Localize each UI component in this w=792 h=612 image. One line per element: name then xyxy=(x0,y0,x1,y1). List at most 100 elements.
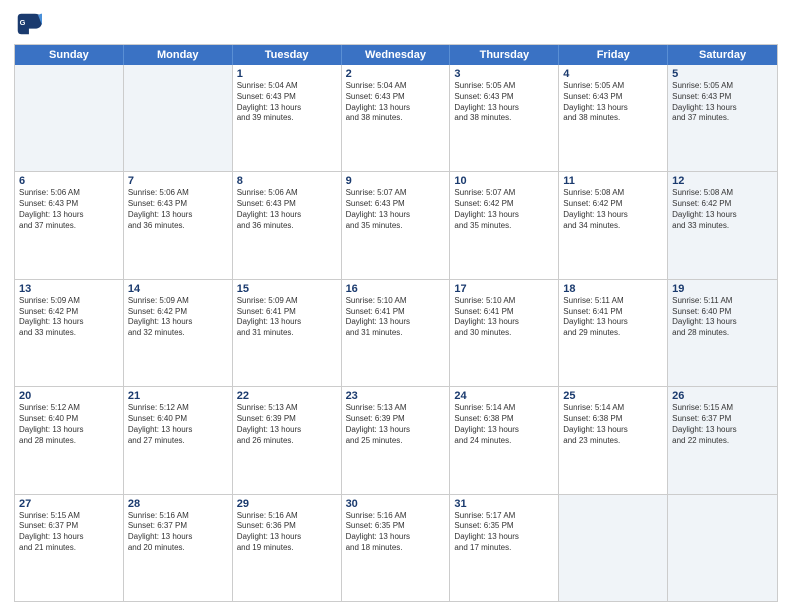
svg-text:G: G xyxy=(20,18,26,27)
day-info: Sunrise: 5:15 AM Sunset: 6:37 PM Dayligh… xyxy=(19,511,119,554)
day-number: 24 xyxy=(454,390,554,402)
calendar-cell-day-22: 22Sunrise: 5:13 AM Sunset: 6:39 PM Dayli… xyxy=(233,387,342,493)
calendar-cell-day-6: 6Sunrise: 5:06 AM Sunset: 6:43 PM Daylig… xyxy=(15,172,124,278)
day-number: 5 xyxy=(672,68,773,80)
logo-icon: G xyxy=(14,10,42,38)
day-info: Sunrise: 5:07 AM Sunset: 6:43 PM Dayligh… xyxy=(346,188,446,231)
calendar-cell-day-9: 9Sunrise: 5:07 AM Sunset: 6:43 PM Daylig… xyxy=(342,172,451,278)
calendar-cell-day-20: 20Sunrise: 5:12 AM Sunset: 6:40 PM Dayli… xyxy=(15,387,124,493)
calendar-row-2: 13Sunrise: 5:09 AM Sunset: 6:42 PM Dayli… xyxy=(15,280,777,387)
calendar-cell-day-23: 23Sunrise: 5:13 AM Sunset: 6:39 PM Dayli… xyxy=(342,387,451,493)
day-number: 10 xyxy=(454,175,554,187)
day-number: 6 xyxy=(19,175,119,187)
calendar-cell-day-27: 27Sunrise: 5:15 AM Sunset: 6:37 PM Dayli… xyxy=(15,495,124,601)
day-number: 19 xyxy=(672,283,773,295)
calendar-cell-day-7: 7Sunrise: 5:06 AM Sunset: 6:43 PM Daylig… xyxy=(124,172,233,278)
day-info: Sunrise: 5:16 AM Sunset: 6:35 PM Dayligh… xyxy=(346,511,446,554)
day-number: 29 xyxy=(237,498,337,510)
calendar-row-4: 27Sunrise: 5:15 AM Sunset: 6:37 PM Dayli… xyxy=(15,495,777,601)
day-number: 15 xyxy=(237,283,337,295)
day-info: Sunrise: 5:12 AM Sunset: 6:40 PM Dayligh… xyxy=(128,403,228,446)
day-info: Sunrise: 5:05 AM Sunset: 6:43 PM Dayligh… xyxy=(454,81,554,124)
logo: G xyxy=(14,10,46,38)
day-info: Sunrise: 5:13 AM Sunset: 6:39 PM Dayligh… xyxy=(237,403,337,446)
header-day-thursday: Thursday xyxy=(450,45,559,65)
day-number: 27 xyxy=(19,498,119,510)
day-info: Sunrise: 5:08 AM Sunset: 6:42 PM Dayligh… xyxy=(672,188,773,231)
calendar-cell-day-31: 31Sunrise: 5:17 AM Sunset: 6:35 PM Dayli… xyxy=(450,495,559,601)
day-info: Sunrise: 5:13 AM Sunset: 6:39 PM Dayligh… xyxy=(346,403,446,446)
header-day-saturday: Saturday xyxy=(668,45,777,65)
day-info: Sunrise: 5:12 AM Sunset: 6:40 PM Dayligh… xyxy=(19,403,119,446)
day-number: 4 xyxy=(563,68,663,80)
day-info: Sunrise: 5:06 AM Sunset: 6:43 PM Dayligh… xyxy=(237,188,337,231)
calendar-cell-day-28: 28Sunrise: 5:16 AM Sunset: 6:37 PM Dayli… xyxy=(124,495,233,601)
calendar-cell-day-17: 17Sunrise: 5:10 AM Sunset: 6:41 PM Dayli… xyxy=(450,280,559,386)
day-number: 13 xyxy=(19,283,119,295)
calendar-cell-day-11: 11Sunrise: 5:08 AM Sunset: 6:42 PM Dayli… xyxy=(559,172,668,278)
day-number: 30 xyxy=(346,498,446,510)
day-number: 2 xyxy=(346,68,446,80)
header-day-monday: Monday xyxy=(124,45,233,65)
day-number: 8 xyxy=(237,175,337,187)
day-number: 28 xyxy=(128,498,228,510)
calendar-cell-empty xyxy=(124,65,233,171)
day-info: Sunrise: 5:09 AM Sunset: 6:41 PM Dayligh… xyxy=(237,296,337,339)
day-info: Sunrise: 5:07 AM Sunset: 6:42 PM Dayligh… xyxy=(454,188,554,231)
day-number: 25 xyxy=(563,390,663,402)
day-number: 16 xyxy=(346,283,446,295)
calendar-cell-day-8: 8Sunrise: 5:06 AM Sunset: 6:43 PM Daylig… xyxy=(233,172,342,278)
day-number: 11 xyxy=(563,175,663,187)
calendar-body: 1Sunrise: 5:04 AM Sunset: 6:43 PM Daylig… xyxy=(15,65,777,601)
day-info: Sunrise: 5:11 AM Sunset: 6:40 PM Dayligh… xyxy=(672,296,773,339)
day-info: Sunrise: 5:09 AM Sunset: 6:42 PM Dayligh… xyxy=(19,296,119,339)
calendar-cell-day-5: 5Sunrise: 5:05 AM Sunset: 6:43 PM Daylig… xyxy=(668,65,777,171)
calendar-cell-day-29: 29Sunrise: 5:16 AM Sunset: 6:36 PM Dayli… xyxy=(233,495,342,601)
day-number: 23 xyxy=(346,390,446,402)
calendar: SundayMondayTuesdayWednesdayThursdayFrid… xyxy=(14,44,778,602)
day-number: 17 xyxy=(454,283,554,295)
day-info: Sunrise: 5:08 AM Sunset: 6:42 PM Dayligh… xyxy=(563,188,663,231)
calendar-cell-day-30: 30Sunrise: 5:16 AM Sunset: 6:35 PM Dayli… xyxy=(342,495,451,601)
day-number: 22 xyxy=(237,390,337,402)
calendar-cell-day-12: 12Sunrise: 5:08 AM Sunset: 6:42 PM Dayli… xyxy=(668,172,777,278)
calendar-cell-day-19: 19Sunrise: 5:11 AM Sunset: 6:40 PM Dayli… xyxy=(668,280,777,386)
day-number: 9 xyxy=(346,175,446,187)
day-info: Sunrise: 5:10 AM Sunset: 6:41 PM Dayligh… xyxy=(346,296,446,339)
calendar-cell-day-4: 4Sunrise: 5:05 AM Sunset: 6:43 PM Daylig… xyxy=(559,65,668,171)
day-number: 3 xyxy=(454,68,554,80)
day-number: 21 xyxy=(128,390,228,402)
calendar-cell-day-24: 24Sunrise: 5:14 AM Sunset: 6:38 PM Dayli… xyxy=(450,387,559,493)
day-info: Sunrise: 5:10 AM Sunset: 6:41 PM Dayligh… xyxy=(454,296,554,339)
day-info: Sunrise: 5:16 AM Sunset: 6:37 PM Dayligh… xyxy=(128,511,228,554)
calendar-cell-day-18: 18Sunrise: 5:11 AM Sunset: 6:41 PM Dayli… xyxy=(559,280,668,386)
day-info: Sunrise: 5:17 AM Sunset: 6:35 PM Dayligh… xyxy=(454,511,554,554)
calendar-row-3: 20Sunrise: 5:12 AM Sunset: 6:40 PM Dayli… xyxy=(15,387,777,494)
calendar-header: SundayMondayTuesdayWednesdayThursdayFrid… xyxy=(15,45,777,65)
header-day-friday: Friday xyxy=(559,45,668,65)
day-number: 18 xyxy=(563,283,663,295)
calendar-cell-day-14: 14Sunrise: 5:09 AM Sunset: 6:42 PM Dayli… xyxy=(124,280,233,386)
page: G SundayMondayTuesdayWednesdayThursdayFr… xyxy=(0,0,792,612)
day-number: 1 xyxy=(237,68,337,80)
day-info: Sunrise: 5:04 AM Sunset: 6:43 PM Dayligh… xyxy=(237,81,337,124)
calendar-cell-day-16: 16Sunrise: 5:10 AM Sunset: 6:41 PM Dayli… xyxy=(342,280,451,386)
header-day-wednesday: Wednesday xyxy=(342,45,451,65)
header-day-sunday: Sunday xyxy=(15,45,124,65)
calendar-cell-day-1: 1Sunrise: 5:04 AM Sunset: 6:43 PM Daylig… xyxy=(233,65,342,171)
day-info: Sunrise: 5:16 AM Sunset: 6:36 PM Dayligh… xyxy=(237,511,337,554)
day-number: 20 xyxy=(19,390,119,402)
day-info: Sunrise: 5:04 AM Sunset: 6:43 PM Dayligh… xyxy=(346,81,446,124)
day-info: Sunrise: 5:15 AM Sunset: 6:37 PM Dayligh… xyxy=(672,403,773,446)
calendar-row-1: 6Sunrise: 5:06 AM Sunset: 6:43 PM Daylig… xyxy=(15,172,777,279)
calendar-cell-empty xyxy=(668,495,777,601)
calendar-cell-day-2: 2Sunrise: 5:04 AM Sunset: 6:43 PM Daylig… xyxy=(342,65,451,171)
day-info: Sunrise: 5:05 AM Sunset: 6:43 PM Dayligh… xyxy=(672,81,773,124)
calendar-cell-empty xyxy=(559,495,668,601)
calendar-cell-day-25: 25Sunrise: 5:14 AM Sunset: 6:38 PM Dayli… xyxy=(559,387,668,493)
day-number: 14 xyxy=(128,283,228,295)
day-info: Sunrise: 5:06 AM Sunset: 6:43 PM Dayligh… xyxy=(19,188,119,231)
calendar-cell-empty xyxy=(15,65,124,171)
day-info: Sunrise: 5:06 AM Sunset: 6:43 PM Dayligh… xyxy=(128,188,228,231)
calendar-row-0: 1Sunrise: 5:04 AM Sunset: 6:43 PM Daylig… xyxy=(15,65,777,172)
